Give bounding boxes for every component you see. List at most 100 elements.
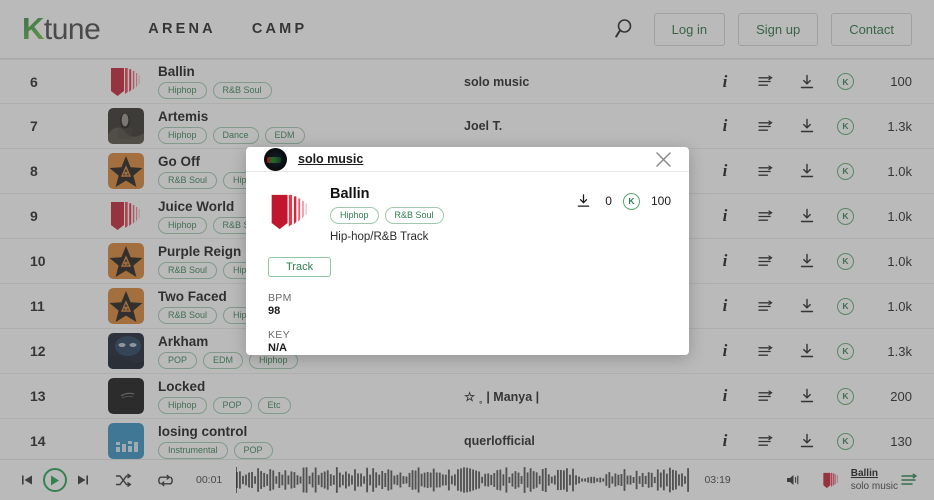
info-icon[interactable]: i	[714, 385, 736, 407]
info-icon[interactable]: i	[714, 295, 736, 317]
row-artwork[interactable]	[108, 288, 154, 324]
table-row[interactable]: 6 Ballin Hiphop R&B Soul solo music i K 100	[0, 59, 934, 104]
table-row[interactable]: 14 losing control Instrumental POP querloffi…	[0, 419, 934, 464]
genre-tag[interactable]: Hiphop	[158, 216, 207, 234]
play-icon[interactable]	[43, 468, 67, 492]
genre-tag[interactable]: Hiphop	[330, 207, 379, 224]
signup-button[interactable]: Sign up	[738, 12, 819, 46]
genre-tag[interactable]: R&B Soul	[384, 207, 444, 224]
row-actions: iK	[714, 250, 854, 272]
contact-button[interactable]: Contact	[831, 12, 912, 46]
genre-tag[interactable]: R&B Soul	[158, 171, 218, 189]
add-to-queue-icon[interactable]	[755, 71, 777, 93]
download-icon[interactable]	[796, 340, 818, 362]
download-icon[interactable]	[796, 160, 818, 182]
genre-tag[interactable]: Hiphop	[158, 126, 207, 144]
shuffle-icon[interactable]	[110, 467, 136, 493]
genre-tag[interactable]: EDM	[264, 126, 305, 144]
genre-tag[interactable]: Hiphop	[158, 82, 207, 99]
genre-tag[interactable]: R&B Soul	[158, 261, 218, 279]
modal-tag-list: Hiphop R&B Soul	[330, 207, 572, 224]
nav-item-camp[interactable]: CAMP	[252, 21, 308, 37]
download-icon[interactable]	[796, 250, 818, 272]
add-to-queue-icon[interactable]	[755, 250, 777, 272]
row-artist[interactable]: ☆ ˳ | Manya |	[464, 389, 714, 404]
row-artist[interactable]: Joel T.	[464, 119, 714, 133]
download-icon[interactable]	[796, 115, 818, 137]
now-playing-title[interactable]: Ballin	[851, 468, 898, 479]
row-track-title[interactable]: Artemis	[158, 109, 464, 124]
genre-tag[interactable]: Etc	[257, 396, 291, 414]
row-artwork[interactable]	[108, 243, 154, 279]
next-track-icon[interactable]	[70, 467, 96, 493]
row-artwork[interactable]	[108, 378, 154, 414]
k-badge: K	[837, 162, 854, 180]
login-button[interactable]: Log in	[653, 12, 726, 46]
genre-tag[interactable]: Instrumental	[158, 441, 228, 459]
row-artist[interactable]: querlofficial	[464, 434, 714, 448]
add-to-queue-icon[interactable]	[755, 115, 777, 137]
row-artwork[interactable]	[108, 333, 154, 369]
download-icon[interactable]	[796, 71, 818, 93]
info-icon[interactable]: i	[714, 115, 736, 137]
row-rank: 6	[30, 73, 38, 90]
download-icon[interactable]	[796, 295, 818, 317]
add-to-queue-icon[interactable]	[755, 430, 777, 452]
close-icon[interactable]	[651, 147, 675, 171]
row-track-title[interactable]: losing control	[158, 424, 464, 439]
add-to-queue-icon[interactable]	[755, 295, 777, 317]
info-icon[interactable]: i	[714, 250, 736, 272]
genre-tag[interactable]: POP	[158, 351, 198, 369]
row-artwork[interactable]	[108, 198, 154, 234]
row-actions: iK	[714, 160, 854, 182]
row-track-title[interactable]: Ballin	[158, 64, 464, 79]
modal-artwork	[268, 186, 314, 239]
genre-tag[interactable]: EDM	[203, 351, 244, 369]
add-to-queue-icon[interactable]	[755, 205, 777, 227]
row-title-cell: losing control Instrumental POP	[154, 424, 464, 459]
k-badge: K	[837, 342, 854, 360]
add-to-queue-icon[interactable]	[755, 340, 777, 362]
search-icon[interactable]	[611, 14, 641, 44]
row-artwork[interactable]	[108, 153, 154, 189]
download-icon[interactable]	[572, 190, 594, 212]
row-play-count: 1.0k	[887, 163, 912, 179]
row-artist[interactable]: solo music	[464, 75, 714, 89]
row-artwork[interactable]	[108, 108, 154, 144]
genre-tag[interactable]: POP	[212, 396, 252, 414]
download-icon[interactable]	[796, 385, 818, 407]
row-artwork[interactable]	[108, 64, 154, 100]
table-row[interactable]: 13 Locked Hiphop POP Etc ☆ ˳ | Manya | i K 200	[0, 374, 934, 419]
info-icon[interactable]: i	[714, 160, 736, 182]
nav-item-arena[interactable]: ARENA	[148, 21, 216, 37]
info-icon[interactable]: i	[714, 430, 736, 452]
row-title-cell: Locked Hiphop POP Etc	[154, 379, 464, 414]
download-icon[interactable]	[796, 205, 818, 227]
info-icon[interactable]: i	[714, 71, 736, 93]
site-logo[interactable]: K tune	[22, 11, 101, 47]
add-to-queue-icon[interactable]	[755, 160, 777, 182]
now-playing-artist[interactable]: solo music	[851, 481, 898, 492]
row-track-title[interactable]: Locked	[158, 379, 464, 394]
download-icon[interactable]	[796, 430, 818, 452]
row-artwork[interactable]	[108, 423, 154, 459]
info-icon[interactable]: i	[714, 205, 736, 227]
logo-k-mark: K	[22, 11, 44, 46]
table-row[interactable]: 7 Artemis Hiphop Dance EDM Joel T. i K 1.3k	[0, 104, 934, 149]
genre-tag[interactable]: Hiphop	[158, 396, 207, 414]
row-actions: iK	[714, 430, 854, 452]
add-to-queue-icon[interactable]	[755, 385, 777, 407]
genre-tag[interactable]: POP	[233, 441, 273, 459]
row-actions: iK	[714, 205, 854, 227]
repeat-icon[interactable]	[152, 467, 178, 493]
volume-icon[interactable]	[781, 467, 807, 493]
modal-owner-link[interactable]: solo music	[298, 152, 363, 166]
genre-tag[interactable]: R&B Soul	[212, 82, 272, 99]
now-playing[interactable]: Ballin solo music	[821, 468, 898, 492]
info-icon[interactable]: i	[714, 340, 736, 362]
waveform[interactable]	[235, 467, 690, 493]
previous-track-icon[interactable]	[14, 467, 40, 493]
queue-list-icon[interactable]	[898, 469, 920, 491]
genre-tag[interactable]: R&B Soul	[158, 306, 218, 324]
genre-tag[interactable]: Dance	[212, 126, 259, 144]
